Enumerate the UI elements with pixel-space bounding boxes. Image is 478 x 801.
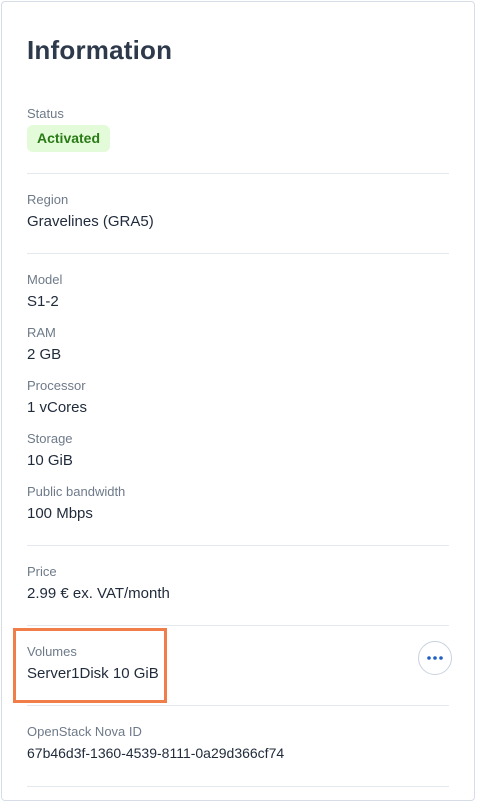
divider bbox=[27, 545, 449, 546]
divider bbox=[27, 253, 449, 254]
bandwidth-value: 100 Mbps bbox=[27, 505, 93, 522]
volumes-label: Volumes bbox=[27, 644, 77, 659]
region-value: Gravelines (GRA5) bbox=[27, 213, 154, 230]
ram-label: RAM bbox=[27, 325, 56, 340]
volume-actions-button[interactable] bbox=[418, 641, 452, 675]
information-panel: Information Status Activated Region Grav… bbox=[1, 1, 475, 801]
status-badge: Activated bbox=[27, 125, 111, 152]
divider bbox=[27, 705, 449, 706]
processor-label: Processor bbox=[27, 378, 86, 393]
storage-value: 10 GiB bbox=[27, 452, 73, 469]
ram-value: 2 GB bbox=[27, 346, 62, 363]
divider bbox=[27, 786, 449, 787]
region-label: Region bbox=[27, 192, 69, 207]
more-horizontal-icon bbox=[427, 656, 443, 660]
model-label: Model bbox=[27, 272, 63, 287]
openstack-id-value: 67b46d3f-1360-4539-8111-0a29d366cf74 bbox=[27, 745, 285, 761]
volume-item-link[interactable]: Server1Disk 10 GiB bbox=[27, 665, 159, 682]
model-value: S1-2 bbox=[27, 293, 59, 310]
panel-title: Information bbox=[27, 35, 173, 65]
storage-label: Storage bbox=[27, 431, 73, 446]
divider bbox=[27, 173, 449, 174]
divider bbox=[27, 625, 449, 626]
processor-value: 1 vCores bbox=[27, 399, 88, 416]
price-value: 2.99 € ex. VAT/month bbox=[27, 585, 170, 602]
status-label: Status bbox=[27, 106, 64, 121]
bandwidth-label: Public bandwidth bbox=[27, 484, 126, 499]
openstack-id-label: OpenStack Nova ID bbox=[27, 724, 142, 739]
price-label: Price bbox=[27, 564, 57, 579]
